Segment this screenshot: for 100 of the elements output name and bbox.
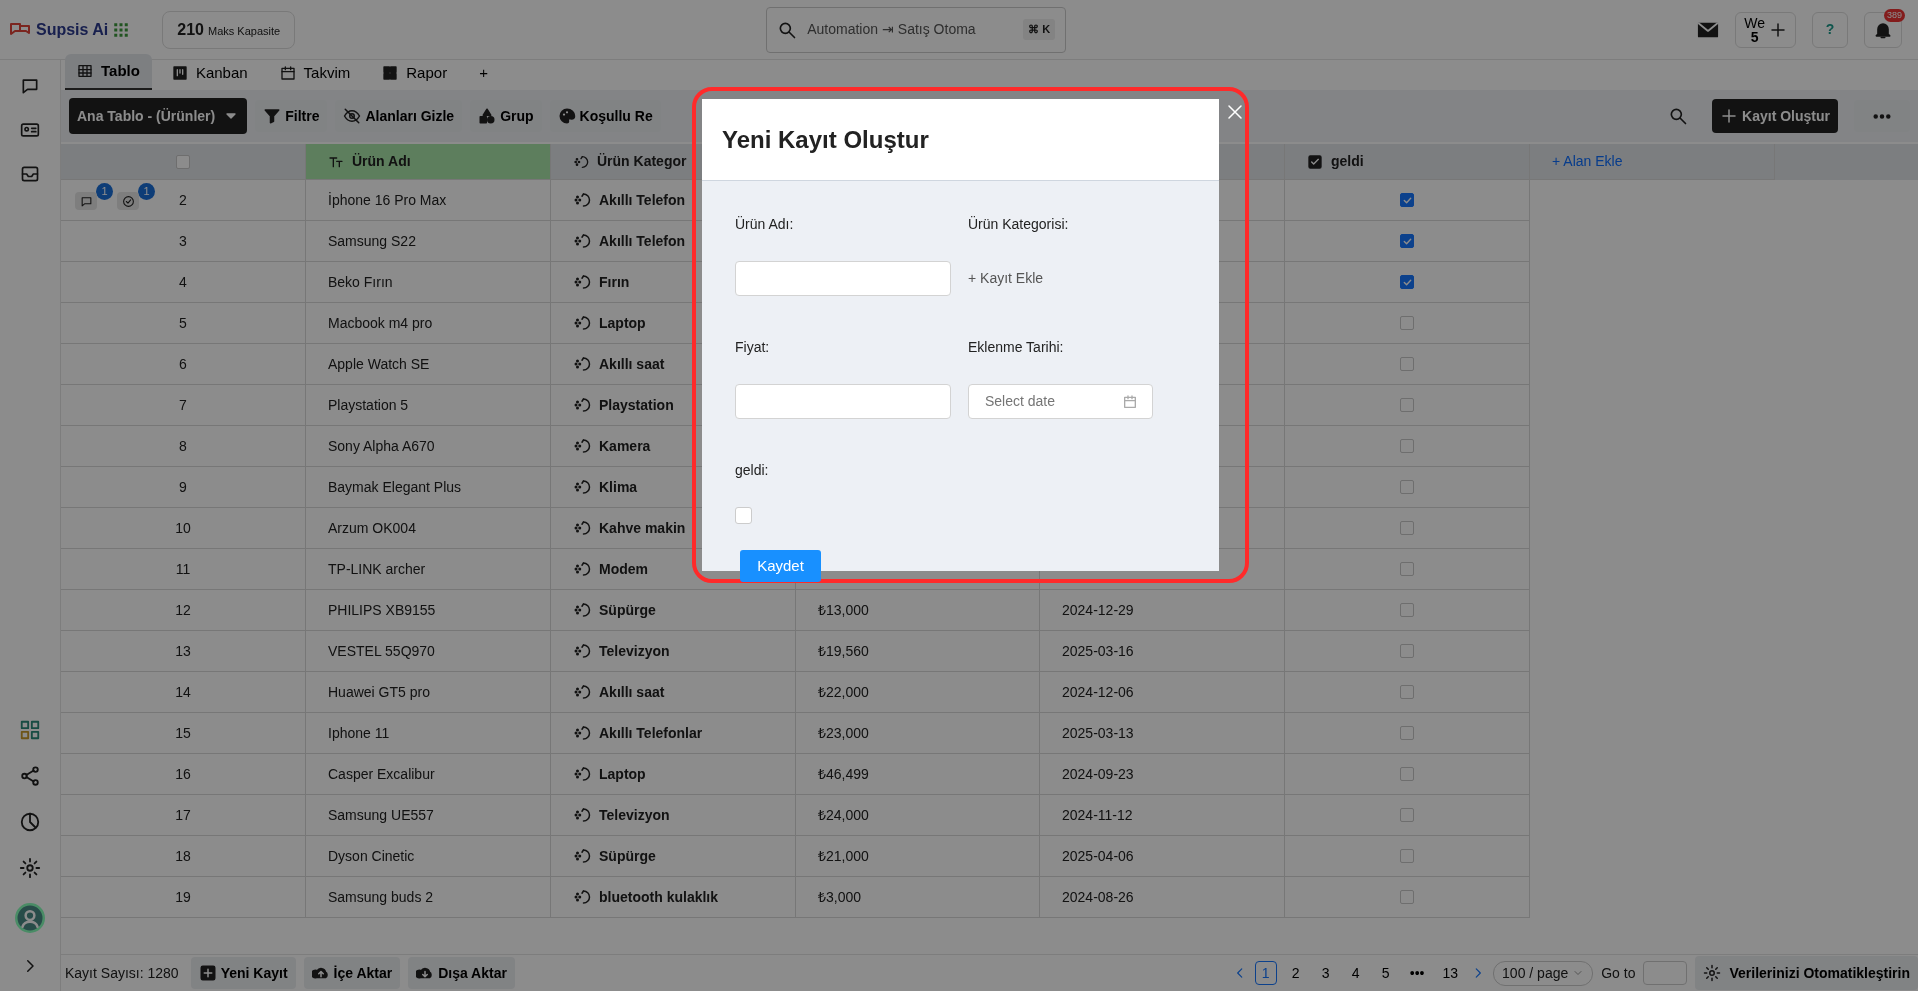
shortcut-key: ⌘ K bbox=[1023, 19, 1056, 40]
row-checkbox[interactable] bbox=[1400, 521, 1414, 535]
row-number: 4 bbox=[179, 272, 187, 292]
row-checkbox[interactable] bbox=[1400, 685, 1414, 699]
relation-icon bbox=[573, 724, 591, 742]
table-select[interactable]: Ana Tablo - (Ürünler) bbox=[69, 98, 248, 134]
relation-icon bbox=[573, 806, 591, 824]
view-tab[interactable]: Takvim bbox=[267, 55, 363, 90]
view-tab[interactable]: Tablo bbox=[65, 53, 152, 90]
notifications-button[interactable]: 389 bbox=[1864, 11, 1902, 48]
view-tab[interactable]: Kanban bbox=[159, 55, 260, 90]
user-menu-button[interactable]: We 5 bbox=[1735, 11, 1796, 48]
palette-icon bbox=[557, 107, 576, 125]
table-cell-text: Süpürge bbox=[599, 846, 656, 866]
page-button[interactable]: ••• bbox=[1404, 961, 1430, 985]
row-checkbox[interactable] bbox=[1400, 480, 1414, 494]
table-cell-text: 2024-12-06 bbox=[1062, 682, 1134, 702]
field-label: Ürün Adı: bbox=[735, 214, 795, 234]
row-number: 5 bbox=[179, 313, 187, 333]
table-cell-text: Huawei GT5 pro bbox=[328, 682, 430, 702]
row-checkbox[interactable] bbox=[1400, 808, 1414, 822]
row-checkbox[interactable] bbox=[1400, 234, 1414, 248]
row-checkbox[interactable] bbox=[1400, 316, 1414, 330]
relation-icon bbox=[573, 642, 591, 660]
row-checkbox[interactable] bbox=[1400, 275, 1414, 289]
row-checkbox[interactable] bbox=[1400, 357, 1414, 371]
footer-button[interactable]: Dışa Aktar bbox=[408, 957, 515, 989]
calendar-icon bbox=[1122, 393, 1138, 410]
column-header[interactable]: Ürün Adı bbox=[306, 144, 551, 180]
table-cell-text: Dyson Cinetic bbox=[328, 846, 415, 866]
table-cell-text: 2025-03-13 bbox=[1062, 723, 1134, 743]
table-cell-text: Samsung S22 bbox=[328, 231, 416, 251]
table-cell-text: Casper Excalibur bbox=[328, 764, 435, 784]
pie-chart-icon[interactable] bbox=[19, 811, 41, 833]
page-button[interactable]: 13 bbox=[1437, 961, 1464, 985]
comment-button[interactable] bbox=[75, 192, 97, 210]
view-tab[interactable]: Rapor bbox=[370, 55, 460, 90]
avatar-icon[interactable] bbox=[15, 903, 45, 933]
row-number: 9 bbox=[179, 477, 187, 497]
row-checkbox[interactable] bbox=[1400, 439, 1414, 453]
table-cell-text: Televizyon bbox=[599, 805, 670, 825]
table-cell-text: İphone 16 Pro Max bbox=[328, 190, 447, 210]
row-number: 13 bbox=[175, 641, 191, 661]
table-cell-text: Laptop bbox=[599, 764, 646, 784]
table-cell-text: ₺24,000 bbox=[818, 805, 869, 825]
relation-icon bbox=[573, 396, 591, 414]
relation-icon bbox=[573, 683, 591, 701]
page-button[interactable]: 1 bbox=[1254, 961, 1277, 985]
relation-icon bbox=[573, 601, 591, 619]
add-tab-button[interactable]: + bbox=[467, 55, 500, 90]
row-checkbox[interactable] bbox=[1400, 644, 1414, 658]
page-size-select[interactable]: 100 / page bbox=[1493, 960, 1594, 986]
row-checkbox[interactable] bbox=[1400, 890, 1414, 904]
inbox-icon[interactable] bbox=[20, 164, 40, 184]
search-bar[interactable]: Automation ⇥ Satış Otoma ⌘ K bbox=[766, 6, 1067, 53]
row-checkbox[interactable] bbox=[1400, 849, 1414, 863]
close-icon[interactable] bbox=[1226, 103, 1244, 121]
save-button[interactable]: Kaydet bbox=[740, 550, 821, 582]
page-button[interactable]: 2 bbox=[1284, 961, 1307, 985]
table-cell-text: ₺46,499 bbox=[818, 764, 869, 784]
footer-button[interactable]: İçe Aktar bbox=[303, 957, 401, 989]
row-checkbox[interactable] bbox=[1400, 767, 1414, 781]
column-header[interactable]: geldi bbox=[1285, 144, 1530, 180]
input-field[interactable] bbox=[735, 261, 951, 296]
row-checkbox[interactable] bbox=[1400, 193, 1414, 207]
row-checkbox[interactable] bbox=[1400, 562, 1414, 576]
dotted-grid-icon[interactable] bbox=[112, 20, 131, 39]
checkbox[interactable] bbox=[735, 507, 752, 524]
page-button[interactable]: 5 bbox=[1374, 961, 1397, 985]
add-record-link[interactable]: + Kayıt Ekle bbox=[968, 261, 1044, 296]
relation-icon bbox=[573, 191, 591, 209]
relation-icon bbox=[573, 478, 591, 496]
task-button[interactable] bbox=[117, 192, 139, 210]
dashboard-icon[interactable] bbox=[19, 719, 41, 741]
page-button[interactable]: 4 bbox=[1344, 961, 1367, 985]
table-cell-text: Baymak Elegant Plus bbox=[328, 477, 462, 497]
select-all-checkbox[interactable] bbox=[176, 154, 190, 169]
id-card-icon[interactable] bbox=[20, 120, 40, 140]
create-record-button[interactable]: Kayıt Oluştur bbox=[1712, 99, 1838, 133]
automate-button[interactable]: Verilerinizi Otomatikleştirin bbox=[1695, 956, 1918, 990]
row-number: 3 bbox=[179, 231, 187, 251]
goto-field[interactable] bbox=[1643, 961, 1688, 985]
relation-icon bbox=[573, 153, 589, 170]
row-number: 18 bbox=[175, 846, 191, 866]
search-icon[interactable] bbox=[1668, 106, 1689, 126]
chat-icon[interactable] bbox=[20, 76, 40, 96]
share-icon[interactable] bbox=[19, 765, 41, 787]
row-checkbox[interactable] bbox=[1400, 726, 1414, 740]
input-field[interactable] bbox=[735, 384, 951, 419]
row-number: 15 bbox=[175, 723, 191, 743]
date-picker[interactable]: Select date bbox=[968, 384, 1153, 419]
footer-button[interactable]: Yeni Kayıt bbox=[190, 957, 296, 989]
table-cell-text: 2024-12-29 bbox=[1062, 600, 1134, 620]
row-checkbox[interactable] bbox=[1400, 398, 1414, 412]
checkbox-type-icon bbox=[1307, 153, 1323, 170]
table-cell-text: 2024-11-12 bbox=[1062, 805, 1133, 825]
page-button[interactable]: 3 bbox=[1314, 961, 1337, 985]
table-cell-text: Kahve makin bbox=[599, 518, 686, 538]
row-checkbox[interactable] bbox=[1400, 603, 1414, 617]
row-number: 11 bbox=[175, 559, 191, 579]
